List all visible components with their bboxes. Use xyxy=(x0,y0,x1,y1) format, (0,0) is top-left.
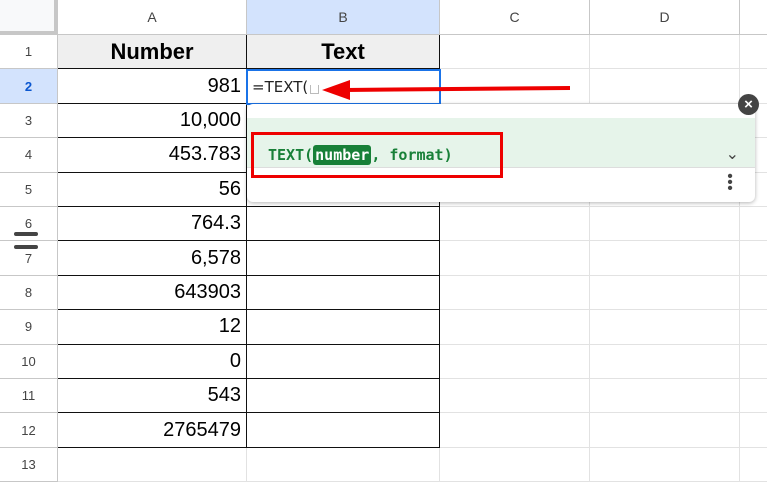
arrow-head xyxy=(322,80,350,100)
arrow-shaft xyxy=(344,86,571,92)
red-arrow xyxy=(322,80,571,100)
